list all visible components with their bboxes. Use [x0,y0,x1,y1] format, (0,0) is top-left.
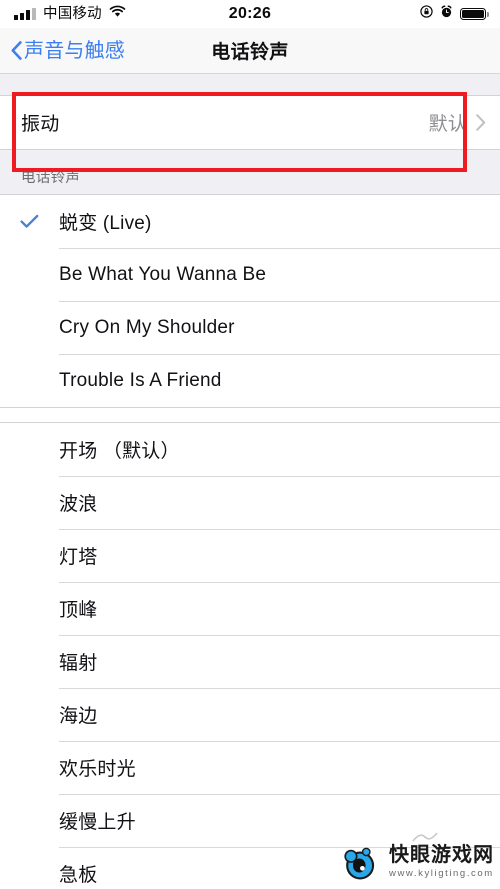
list-item[interactable]: Trouble Is A Friend [0,354,500,407]
vibration-row[interactable]: 振动 默认 [0,96,500,149]
list-item[interactable]: 欢乐时光 [0,741,500,794]
list-item-label: 辐射 [59,653,98,674]
wifi-icon [109,5,126,23]
vibration-row-right: 默认 [429,109,486,136]
list-item-label: 波浪 [59,494,98,515]
back-button[interactable]: 声音与触感 [11,28,125,73]
signal-bars-icon [14,8,36,20]
carrier-label: 中国移动 [43,5,102,22]
checkmark-icon [20,214,59,229]
list-item-label: Cry On My Shoulder [59,316,235,338]
chevron-right-icon [476,114,486,131]
ringtone-section-header-label: 电话铃声 [21,170,81,186]
alarm-clock-icon [440,5,453,23]
list-item-label: 开场 （默认） [59,441,180,462]
list-item-label: 海边 [59,706,98,727]
chevron-left-icon [11,41,22,60]
list-item[interactable]: 海边 [0,688,500,741]
ringtone-section-header: 电话铃声 [0,150,500,194]
vibration-group: 振动 默认 [0,95,500,150]
vibration-value: 默认 [428,114,467,135]
list-item-label: 急板 [59,865,98,886]
status-bar: 中国移动 20:26 [0,0,500,28]
list-item-label: 灯塔 [59,547,98,568]
navigation-bar: 声音与触感 电话铃声 [0,28,500,74]
list-item-label: Trouble Is A Friend [59,369,222,391]
list-item[interactable]: 蜕变 (Live) [0,195,500,248]
list-item[interactable]: Be What You Wanna Be [0,248,500,301]
status-bar-left: 中国移动 [14,5,126,23]
list-item[interactable]: 波浪 [0,476,500,529]
list-item[interactable]: 开场 （默认） [0,423,500,476]
list-item-label: 顶峰 [59,600,98,621]
system-ringtones-group: 开场 （默认） 波浪 灯塔 顶峰 辐射 海边 欢乐时光 缓慢上升 急板 [0,423,500,889]
list-item-label: 欢乐时光 [59,759,136,780]
back-button-label: 声音与触感 [24,39,125,62]
settings-list: 振动 默认 电话铃声 蜕变 (Live) Be What You Wanna B… [0,74,500,889]
list-item-label: 蜕变 (Live) [59,213,152,234]
status-bar-right [420,5,489,23]
rotation-lock-icon [420,5,433,23]
list-item[interactable]: 缓慢上升 [0,794,500,847]
list-item[interactable]: Cry On My Shoulder [0,301,500,354]
list-item-label: 缓慢上升 [59,812,136,833]
list-item[interactable]: 灯塔 [0,529,500,582]
list-item[interactable]: 辐射 [0,635,500,688]
list-item[interactable]: 急板 [0,847,500,889]
list-item-label: Be What You Wanna Be [59,263,267,285]
custom-ringtones-group: 蜕变 (Live) Be What You Wanna Be Cry On My… [0,194,500,407]
group-divider [0,407,500,423]
list-item[interactable]: 顶峰 [0,582,500,635]
top-spacer [0,74,500,95]
battery-full-icon [460,7,489,21]
vibration-label: 振动 [21,114,60,135]
iphone-screen: 中国移动 20:26 声音与触感 电话铃声 振动 默认 电话铃声 蜕变 (Liv… [0,0,500,889]
